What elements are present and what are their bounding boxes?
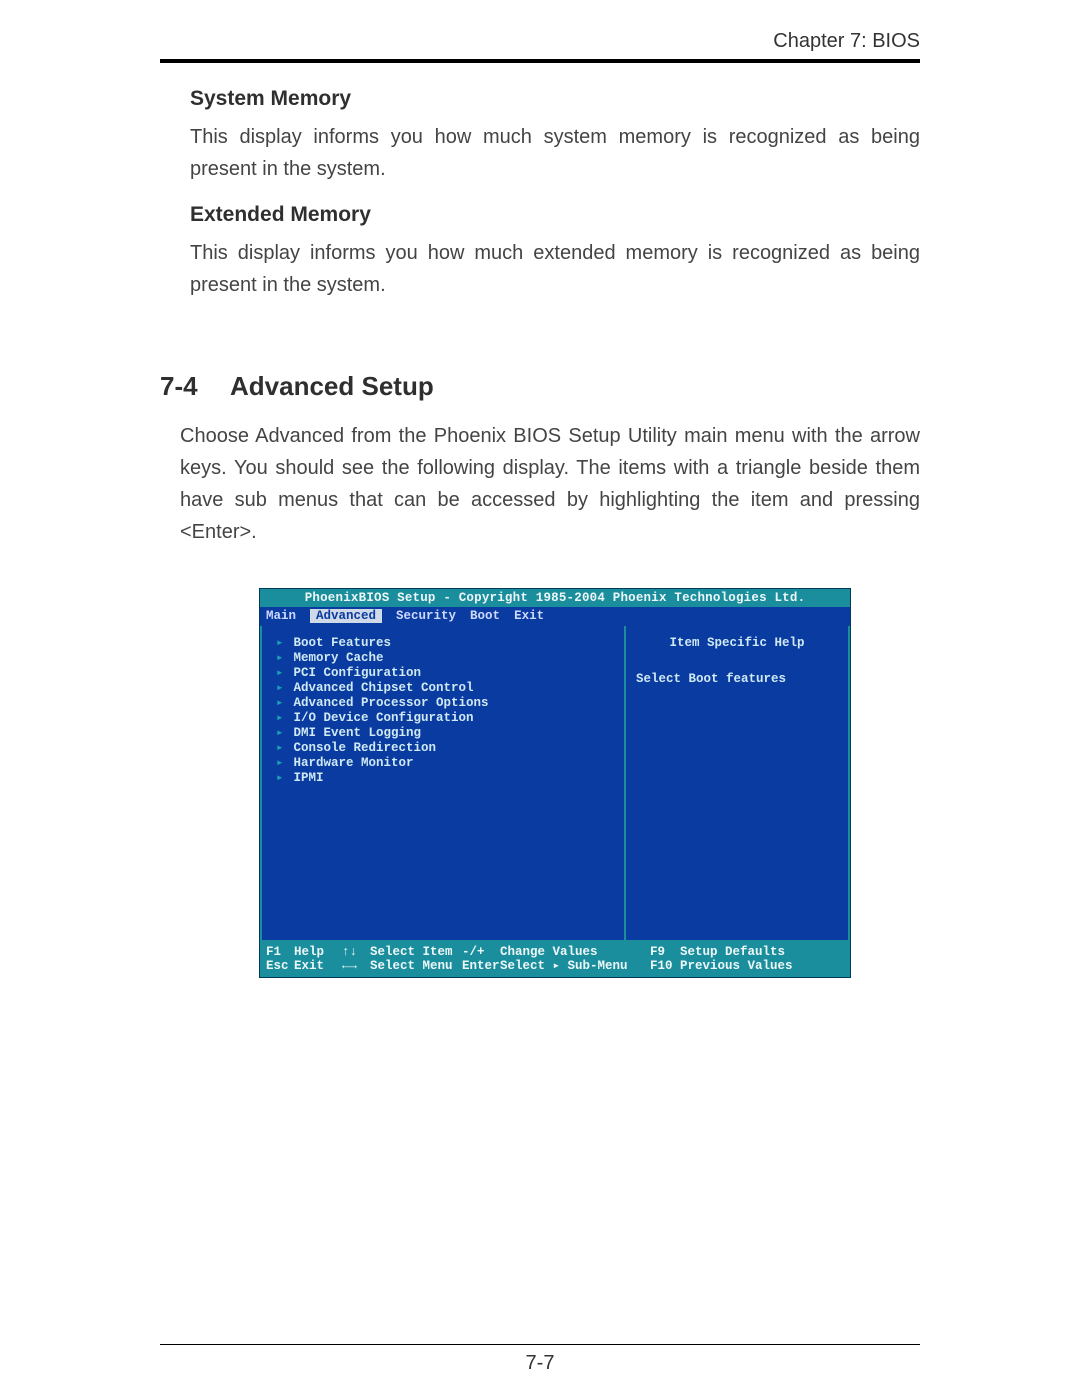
footer-label: Exit: [294, 959, 342, 973]
para-system-memory: This display informs you how much system…: [190, 121, 920, 185]
bios-tab-main[interactable]: Main: [266, 609, 296, 623]
footer-key: F1: [266, 945, 294, 959]
triangle-icon: ▸: [276, 651, 286, 666]
footer-key: ←→: [342, 959, 370, 973]
bios-menu-item[interactable]: ▸ Hardware Monitor: [276, 756, 614, 771]
bios-tab-exit[interactable]: Exit: [514, 609, 544, 623]
footer-label: Setup Defaults: [680, 945, 844, 959]
footer-rule: [160, 1344, 920, 1345]
triangle-icon: ▸: [276, 696, 286, 711]
section-number: 7-4: [160, 371, 230, 402]
bios-menu-item[interactable]: ▸ Boot Features: [276, 636, 614, 651]
bios-menu-item[interactable]: ▸ Advanced Processor Options: [276, 696, 614, 711]
footer-key: F9: [650, 945, 680, 959]
heading-advanced-setup: 7-4Advanced Setup: [160, 371, 920, 402]
bios-tab-bar: Main Advanced Security Boot Exit: [260, 607, 850, 625]
bios-menu-item[interactable]: ▸ Advanced Chipset Control: [276, 681, 614, 696]
bios-figure: PhoenixBIOS Setup - Copyright 1985-2004 …: [190, 588, 920, 978]
footer-label: Change Values: [500, 945, 650, 959]
footer-key: Enter: [462, 959, 500, 973]
heading-extended-memory: Extended Memory: [190, 203, 920, 227]
bios-tab-security[interactable]: Security: [396, 609, 456, 623]
section-title: Advanced Setup: [230, 371, 434, 401]
footer-label: Select ▸ Sub-Menu: [500, 959, 650, 973]
triangle-icon: ▸: [276, 726, 286, 741]
footer-label: Select Item: [370, 945, 462, 959]
bios-menu-panel: ▸ Boot Features ▸ Memory Cache ▸ PCI Con…: [260, 626, 624, 942]
triangle-icon: ▸: [276, 771, 286, 786]
footer-key: F10: [650, 959, 680, 973]
bios-menu-item[interactable]: ▸ I/O Device Configuration: [276, 711, 614, 726]
bios-menu-item[interactable]: ▸ PCI Configuration: [276, 666, 614, 681]
bios-menu-item[interactable]: ▸ Memory Cache: [276, 651, 614, 666]
triangle-icon: ▸: [276, 756, 286, 771]
triangle-icon: ▸: [276, 636, 286, 651]
page-number: 7-7: [0, 1352, 1080, 1375]
chapter-label: Chapter 7: BIOS: [160, 30, 920, 53]
bios-title-bar: PhoenixBIOS Setup - Copyright 1985-2004 …: [260, 589, 850, 607]
triangle-icon: ▸: [276, 741, 286, 756]
para-extended-memory: This display informs you how much extend…: [190, 237, 920, 301]
header-rule: [160, 59, 920, 63]
triangle-icon: ▸: [276, 711, 286, 726]
bios-help-text: Select Boot features: [636, 672, 838, 686]
footer-label: Help: [294, 945, 342, 959]
bios-footer: F1 Help ↑↓ Select Item -/+ Change Values…: [260, 942, 850, 977]
footer-label: Previous Values: [680, 959, 844, 973]
footer-label: Select Menu: [370, 959, 462, 973]
footer-key: -/+: [462, 945, 500, 959]
bios-help-panel: Item Specific Help Select Boot features: [624, 626, 850, 942]
bios-help-title: Item Specific Help: [636, 636, 838, 650]
bios-menu-item[interactable]: ▸ DMI Event Logging: [276, 726, 614, 741]
triangle-icon: ▸: [276, 681, 286, 696]
footer-key: ↑↓: [342, 945, 370, 959]
bios-menu-item[interactable]: ▸ IPMI: [276, 771, 614, 786]
heading-system-memory: System Memory: [190, 87, 920, 111]
bios-tab-boot[interactable]: Boot: [470, 609, 500, 623]
para-advanced-setup: Choose Advanced from the Phoenix BIOS Se…: [180, 420, 920, 548]
bios-menu-item[interactable]: ▸ Console Redirection: [276, 741, 614, 756]
triangle-icon: ▸: [276, 666, 286, 681]
footer-key: Esc: [266, 959, 294, 973]
bios-tab-advanced[interactable]: Advanced: [310, 609, 382, 623]
